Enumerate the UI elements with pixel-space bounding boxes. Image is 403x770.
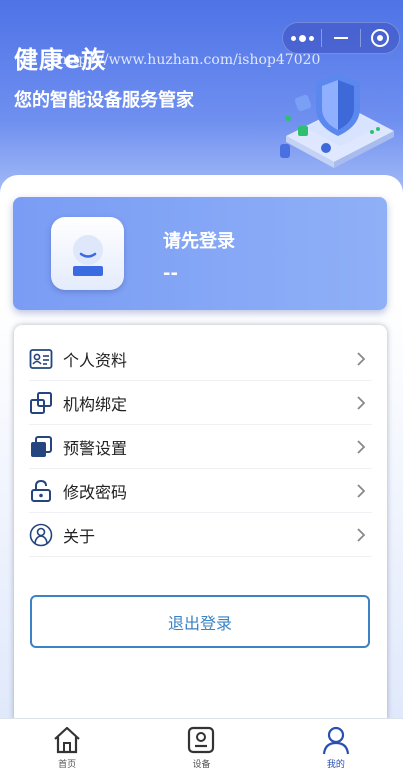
account-value: -- — [163, 263, 178, 284]
minus-icon — [334, 37, 348, 39]
mini-program-capsule — [282, 22, 400, 54]
target-icon — [371, 29, 389, 47]
menu-item-institution-binding[interactable]: 机构绑定 — [29, 381, 372, 425]
settings-menu-card: 个人资料 机构绑定 预警设置 修改密码 关于 退出登录 — [14, 325, 387, 725]
chevron-right-icon — [357, 352, 366, 366]
menu-item-label: 关于 — [63, 526, 96, 546]
home-icon — [54, 726, 80, 754]
menu-item-alert-settings[interactable]: 预警设置 — [29, 425, 372, 469]
menu-item-profile[interactable]: 个人资料 — [29, 337, 372, 381]
menu-item-about[interactable]: 关于 — [29, 513, 372, 557]
dots-icon — [290, 34, 314, 42]
menu-item-change-password[interactable]: 修改密码 — [29, 469, 372, 513]
login-prompt[interactable]: 请先登录 — [163, 227, 235, 253]
minimize-button[interactable] — [322, 23, 360, 53]
link-squares-icon — [29, 391, 53, 415]
tab-home[interactable]: 首页 — [0, 719, 134, 770]
id-card-icon — [29, 347, 53, 371]
menu-item-label: 个人资料 — [63, 350, 128, 370]
profile-card[interactable]: 请先登录 -- — [13, 197, 387, 310]
bottom-tab-bar: 首页 设备 我的 — [0, 718, 403, 770]
tab-device[interactable]: 设备 — [134, 719, 268, 770]
lock-icon — [29, 479, 53, 503]
logout-button[interactable]: 退出登录 — [30, 595, 370, 648]
avatar[interactable] — [51, 217, 124, 290]
chevron-right-icon — [357, 440, 366, 454]
default-avatar-icon — [72, 234, 103, 276]
menu-item-label: 修改密码 — [63, 482, 128, 502]
user-outline-icon — [29, 523, 53, 547]
security-shield-illustration — [280, 74, 394, 168]
more-button[interactable] — [283, 23, 321, 53]
stacked-squares-icon — [29, 435, 53, 459]
person-icon — [322, 726, 349, 755]
menu-item-label: 机构绑定 — [63, 394, 128, 414]
chevron-right-icon — [357, 528, 366, 542]
settings-menu-list: 个人资料 机构绑定 预警设置 修改密码 关于 — [29, 337, 372, 557]
tab-label: 首页 — [58, 760, 77, 770]
tab-label: 设备 — [192, 760, 211, 770]
app-subtitle: 您的智能设备服务管家 — [14, 90, 194, 111]
menu-item-label: 预警设置 — [63, 438, 128, 458]
chevron-right-icon — [357, 484, 366, 498]
tab-label: 我的 — [326, 760, 345, 770]
tab-mine[interactable]: 我的 — [269, 719, 403, 770]
close-button[interactable] — [361, 23, 399, 53]
chevron-right-icon — [357, 396, 366, 410]
device-icon — [188, 726, 215, 754]
